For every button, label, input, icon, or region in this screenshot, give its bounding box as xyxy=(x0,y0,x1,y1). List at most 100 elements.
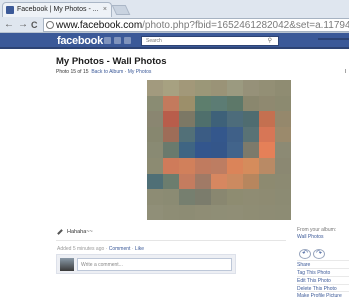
back-to-album-link[interactable]: Back to Album xyxy=(91,69,123,75)
photo-pixel xyxy=(147,95,163,112)
separator: · xyxy=(131,246,134,252)
photo-pixel xyxy=(275,173,291,190)
globe-icon xyxy=(46,21,54,29)
photo-pixel xyxy=(179,173,195,190)
messages-icon[interactable] xyxy=(114,37,121,44)
main-photo[interactable] xyxy=(147,80,291,220)
photo-pixel xyxy=(275,157,291,174)
photo-pixel xyxy=(195,189,211,206)
photo-pixel xyxy=(227,111,243,128)
photo-pixel xyxy=(275,189,291,206)
photo-pixel xyxy=(227,95,243,112)
comment-link[interactable]: Comment xyxy=(109,246,131,252)
photo-pixel xyxy=(259,157,275,174)
magnifier-icon[interactable]: ⚲ xyxy=(268,37,272,46)
tab-title: Facebook | My Photos - ... xyxy=(17,6,99,13)
tab-close-icon[interactable]: × xyxy=(103,3,107,17)
photo-pixel xyxy=(227,189,243,206)
notifications-icon[interactable] xyxy=(124,37,131,44)
photo-position: Photo 15 of 15 xyxy=(56,69,89,75)
my-photos-link[interactable]: My Photos xyxy=(128,69,152,75)
photo-pixel xyxy=(147,111,163,128)
photo-pixel xyxy=(259,173,275,190)
photo-pixel xyxy=(243,126,259,143)
photo-pixel xyxy=(195,157,211,174)
photo-pixel xyxy=(179,204,195,220)
browser-chrome: Facebook | My Photos - ... × ← → C www.f… xyxy=(0,0,349,33)
photo-pixel xyxy=(259,126,275,143)
photo-pixel xyxy=(243,80,259,96)
photo-pixel xyxy=(227,126,243,143)
photo-pixel xyxy=(243,111,259,128)
photo-pixel xyxy=(243,173,259,190)
photo-pixel xyxy=(227,204,243,220)
rotate-right-icon[interactable]: ↷ xyxy=(313,249,325,259)
rotate-left-icon[interactable]: ↶ xyxy=(299,249,311,259)
search-input[interactable]: Search ⚲ xyxy=(141,36,279,46)
photo-pixel xyxy=(163,111,179,128)
photo-pixel xyxy=(195,126,211,143)
photo-pixel xyxy=(147,80,163,96)
photo-pixel xyxy=(259,95,275,112)
header-nav-links[interactable] xyxy=(318,38,349,40)
caption-text: Hahaha~~ xyxy=(67,229,93,235)
photo-pixel xyxy=(163,126,179,143)
photo-pixel xyxy=(211,80,227,96)
share-link[interactable]: Share xyxy=(297,260,349,268)
photo-pixel xyxy=(147,204,163,220)
separator: · xyxy=(105,246,108,252)
photo-pixel xyxy=(275,95,291,112)
photo-pixel xyxy=(195,173,211,190)
friend-requests-icon[interactable] xyxy=(104,37,111,44)
photo-pixel xyxy=(259,189,275,206)
photo-pixel xyxy=(163,204,179,220)
from-album-label: From your album: xyxy=(297,227,337,233)
photo-pixel xyxy=(243,95,259,112)
photo-pixel xyxy=(147,157,163,174)
reload-icon[interactable]: C xyxy=(31,17,38,33)
next-link-fragment[interactable]: l xyxy=(345,69,346,75)
photo-pixel xyxy=(147,189,163,206)
photo-pixel xyxy=(179,157,195,174)
photo-pixel xyxy=(211,189,227,206)
photo-pixel xyxy=(211,204,227,220)
photo-pixel xyxy=(211,142,227,159)
photo-pixel xyxy=(211,111,227,128)
back-arrow-icon[interactable]: ← xyxy=(4,17,14,33)
address-bar[interactable]: www.facebook.com/photo.php?fbid=16524612… xyxy=(43,18,349,32)
photo-pixel xyxy=(227,173,243,190)
top-bar-stripe xyxy=(0,47,349,49)
browser-tab[interactable]: Facebook | My Photos - ... × xyxy=(2,2,112,17)
make-profile-picture-link[interactable]: Make Profile Picture xyxy=(297,291,349,299)
forward-arrow-icon[interactable]: → xyxy=(18,17,28,33)
photo-pixel xyxy=(195,204,211,220)
wall-photos-link[interactable]: Wall Photos xyxy=(297,234,324,240)
comment-input[interactable]: Write a comment... xyxy=(77,258,232,271)
like-link[interactable]: Like xyxy=(135,246,144,252)
photo-pixel xyxy=(259,142,275,159)
photo-pixel xyxy=(163,157,179,174)
photo-pixel xyxy=(243,157,259,174)
photo-pixel xyxy=(243,142,259,159)
photo-pixel xyxy=(211,157,227,174)
pencil-icon[interactable] xyxy=(57,228,63,235)
tag-photo-link[interactable]: Tag This Photo xyxy=(297,268,349,276)
photo-pixel xyxy=(147,173,163,190)
photo-pixel xyxy=(211,126,227,143)
photo-pixel xyxy=(259,80,275,96)
url-host: www.facebook.com xyxy=(56,20,143,31)
comment-box: Write a comment... xyxy=(56,254,236,274)
facebook-logo[interactable]: facebook xyxy=(57,33,103,49)
photo-pixel xyxy=(243,204,259,220)
photo-pixel xyxy=(179,142,195,159)
photo-pixel xyxy=(179,126,195,143)
edit-photo-link[interactable]: Edit This Photo xyxy=(297,276,349,284)
photo-pixel xyxy=(211,95,227,112)
photo-pixel xyxy=(275,142,291,159)
page-title: My Photos - Wall Photos xyxy=(56,56,167,67)
photo-pixel xyxy=(275,204,291,220)
new-tab-button[interactable] xyxy=(111,5,131,15)
photo-pixel xyxy=(163,95,179,112)
photo-pixel xyxy=(243,189,259,206)
photo-pixel xyxy=(163,80,179,96)
